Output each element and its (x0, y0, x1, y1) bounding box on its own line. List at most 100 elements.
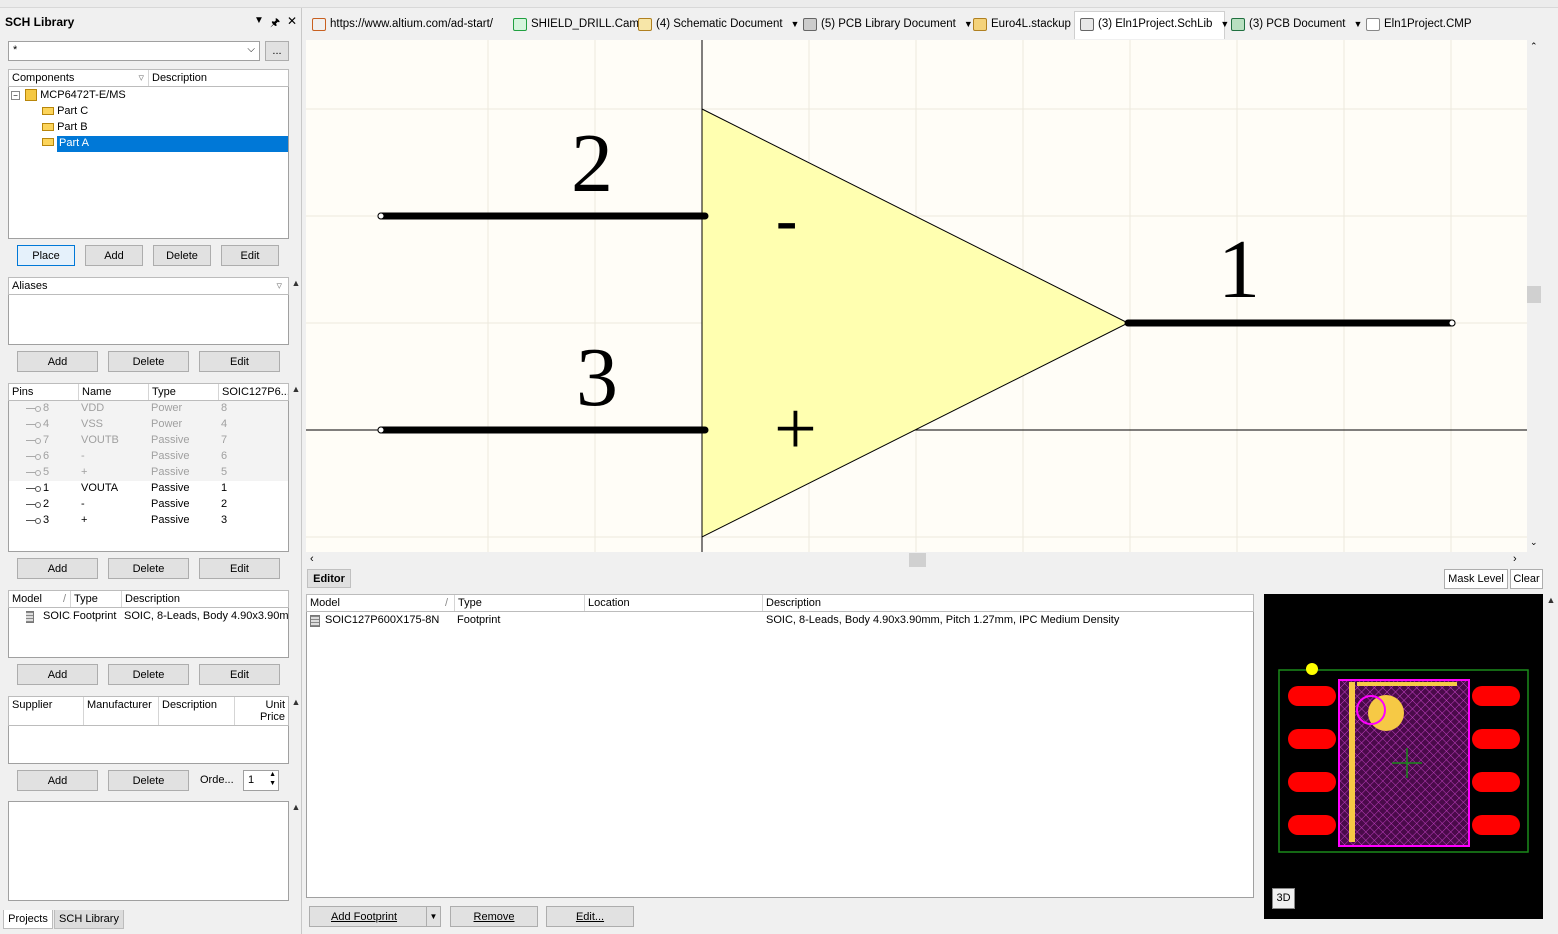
remove-button[interactable]: Remove (450, 906, 538, 927)
delete-alias-button[interactable]: Delete (108, 351, 189, 372)
collapse-supplier-icon[interactable]: ▲ (290, 696, 302, 708)
model-row[interactable]: SOIC1 Footprint SOIC, 8-Leads, Body 4.90… (26, 609, 288, 625)
order-spinner[interactable]: 1 ▲ ▼ (243, 770, 279, 791)
pin-row[interactable]: 8 VDD Power 8 (9, 401, 288, 417)
editor-tab[interactable]: Editor (307, 569, 351, 588)
close-icon[interactable]: ✕ (287, 14, 297, 28)
collapse-aliases-icon[interactable]: ▲ (290, 277, 302, 289)
pin-icon (26, 469, 41, 477)
supplier-col-header[interactable]: Supplier (9, 697, 84, 725)
tab-euro4l-stackup[interactable]: Euro4L.stackup (973, 14, 1071, 34)
browse-button[interactable]: ... (265, 41, 289, 61)
add-footprint-button[interactable]: Add Footprint ▼ (309, 906, 441, 927)
tab-projects[interactable]: Projects (3, 910, 53, 929)
edit-pin-button[interactable]: Edit (199, 558, 280, 579)
footprint-preview[interactable]: 3D (1264, 594, 1543, 919)
scroll-right-icon[interactable]: › (1513, 553, 1517, 565)
component-tree-root[interactable]: − MCP6472T-E/MS (11, 89, 126, 105)
tab-shield-drill[interactable]: SHIELD_DRILL.Cam (513, 14, 639, 34)
tab-eln1project-schlib[interactable]: (3) Eln1Project.SchLib ▼ (1080, 14, 1229, 34)
name-col-header[interactable]: Name (79, 384, 149, 400)
chevron-down-icon[interactable]: ▼ (426, 907, 440, 926)
part-item-a[interactable] (42, 136, 54, 152)
components-col-header[interactable]: Components ▿ (9, 70, 149, 86)
scroll-left-icon[interactable]: ‹ (310, 553, 314, 565)
vertical-scrollbar[interactable]: ⌃ ⌄ (1527, 40, 1544, 552)
spin-up-icon[interactable]: ▲ (269, 771, 276, 778)
chevron-down-icon[interactable]: ⌵ (247, 44, 255, 55)
vertical-scroll-thumb[interactable] (1527, 286, 1541, 303)
pin-icon[interactable]: 🖈 (270, 14, 280, 33)
model-col-header[interactable]: Model / (9, 591, 71, 607)
tab-eln1project-cmp[interactable]: Eln1Project.CMP (1366, 14, 1472, 34)
model-table-row[interactable]: SOIC127P600X175-8N Footprint SOIC, 8-Lea… (308, 613, 1252, 629)
collapse-icon[interactable]: − (11, 90, 20, 100)
model-table-col-location[interactable]: Location (585, 595, 763, 611)
scroll-up-icon[interactable]: ⌃ (1530, 41, 1538, 52)
add-supplier-button[interactable]: Add (17, 770, 98, 791)
edit-alias-button[interactable]: Edit (199, 351, 280, 372)
chevron-down-icon[interactable]: ▼ (1354, 19, 1363, 29)
mask-level-button[interactable]: Mask Level (1444, 569, 1508, 589)
pins-col-header[interactable]: Pins (9, 384, 79, 400)
schematic-canvas[interactable]: 2 3 1 - + (306, 40, 1527, 552)
pin-row[interactable]: 5 + Passive 5 (9, 465, 288, 481)
manufacturer-col-header[interactable]: Manufacturer (84, 697, 159, 725)
pin-row[interactable]: 4 VSS Power 4 (9, 417, 288, 433)
tab-sch-library[interactable]: SCH Library (54, 910, 124, 929)
horizontal-scrollbar[interactable]: ‹ › (306, 552, 1527, 568)
tab-schematic-document[interactable]: (4) Schematic Document ▼ (638, 14, 799, 34)
add-alias-button[interactable]: Add (17, 351, 98, 372)
part-item-c[interactable]: Part C (42, 105, 88, 121)
edit-component-button[interactable]: Edit (221, 245, 279, 266)
part-a-selected[interactable]: Part A (57, 136, 288, 152)
chevron-down-icon[interactable]: ▼ (964, 19, 973, 29)
scroll-down-icon[interactable]: ⌄ (1530, 537, 1538, 548)
edit-model-button[interactable]: Edit (199, 664, 280, 685)
add-pin-button[interactable]: Add (17, 558, 98, 579)
pin-row[interactable]: 6 - Passive 6 (9, 449, 288, 465)
delete-pin-button[interactable]: Delete (108, 558, 189, 579)
pin-row[interactable]: 1 VOUTA Passive 1 (9, 481, 288, 497)
edit-footprint-button[interactable]: Edit... (546, 906, 634, 927)
model-table-col-type[interactable]: Type (455, 595, 585, 611)
place-button[interactable]: Place (17, 245, 75, 266)
delete-component-button[interactable]: Delete (153, 245, 211, 266)
chevron-down-icon[interactable]: ▼ (791, 19, 800, 29)
filter-icon[interactable]: ▿ (138, 71, 144, 84)
aliases-col-header[interactable]: Aliases ▿ (9, 278, 288, 294)
collapse-bottom-icon[interactable]: ▲ (290, 801, 302, 813)
delete-supplier-button[interactable]: Delete (108, 770, 189, 791)
chevron-down-icon[interactable]: ▼ (1220, 19, 1229, 29)
model-table-col-description[interactable]: Description (763, 595, 1253, 611)
pin-row[interactable]: 7 VOUTB Passive 7 (9, 433, 288, 449)
3d-toggle-button[interactable]: 3D (1272, 888, 1295, 909)
filter-icon[interactable]: ▿ (276, 279, 282, 292)
pad-col-header[interactable]: SOIC127P6... (219, 384, 288, 400)
part-item-b[interactable]: Part B (42, 121, 88, 137)
unit-price-col-header[interactable]: Unit Price (235, 697, 288, 725)
preview-collapse-icon[interactable]: ▲ (1545, 594, 1557, 606)
add-component-button[interactable]: Add (85, 245, 143, 266)
add-footprint-label: Add Footprint (331, 910, 398, 923)
model-desc-col-header[interactable]: Description (122, 591, 288, 607)
delete-model-button[interactable]: Delete (108, 664, 189, 685)
type-col-header[interactable]: Type (149, 384, 219, 400)
collapse-pins-icon[interactable]: ▲ (290, 383, 302, 395)
tab-pcb-document[interactable]: (3) PCB Document ▼ (1231, 14, 1362, 34)
clear-button[interactable]: Clear (1510, 569, 1543, 589)
add-model-button[interactable]: Add (17, 664, 98, 685)
panel-menu-icon[interactable]: ▼ (254, 15, 264, 26)
horizontal-scroll-thumb[interactable] (909, 553, 926, 567)
pin-row[interactable]: 3 + Passive 3 (9, 513, 288, 529)
model-type-col-header[interactable]: Type (71, 591, 122, 607)
pin-row[interactable]: 2 - Passive 2 (9, 497, 288, 513)
model-table[interactable] (306, 594, 1254, 898)
filter-combobox[interactable]: * ⌵ (8, 41, 260, 61)
tab-altium-start[interactable]: https://www.altium.com/ad-start/ (312, 14, 493, 34)
model-table-col-model[interactable]: Model / (307, 595, 455, 611)
description-col-header[interactable]: Description (149, 70, 288, 86)
supplier-desc-col-header[interactable]: Description (159, 697, 235, 725)
spin-down-icon[interactable]: ▼ (269, 780, 276, 787)
tab-pcb-library-document[interactable]: (5) PCB Library Document ▼ (803, 14, 973, 34)
